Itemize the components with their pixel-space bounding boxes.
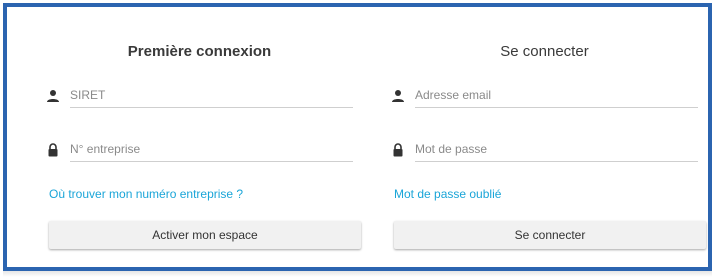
person-icon — [392, 90, 404, 102]
sign-in-button[interactable]: Se connecter — [394, 221, 706, 249]
siret-input[interactable] — [70, 83, 353, 108]
first-login-title: Première connexion — [127, 43, 272, 60]
company-number-field — [42, 137, 357, 167]
email-input[interactable] — [415, 83, 698, 108]
email-field — [387, 83, 702, 113]
lock-icon — [48, 143, 58, 157]
sign-in-title: Se connecter — [500, 43, 589, 60]
find-company-number-link[interactable]: Où trouver mon numéro entreprise ? — [49, 187, 243, 201]
password-input[interactable] — [415, 137, 698, 162]
person-icon — [47, 90, 59, 102]
company-number-input[interactable] — [70, 137, 353, 162]
lock-icon — [393, 143, 403, 157]
activate-space-button[interactable]: Activer mon espace — [49, 221, 361, 249]
forgot-password-link[interactable]: Mot de passe oublié — [394, 187, 501, 201]
login-panel: Première connexion Où trouver mon numéro… — [3, 3, 712, 277]
siret-field — [42, 83, 357, 113]
password-field — [387, 137, 702, 167]
